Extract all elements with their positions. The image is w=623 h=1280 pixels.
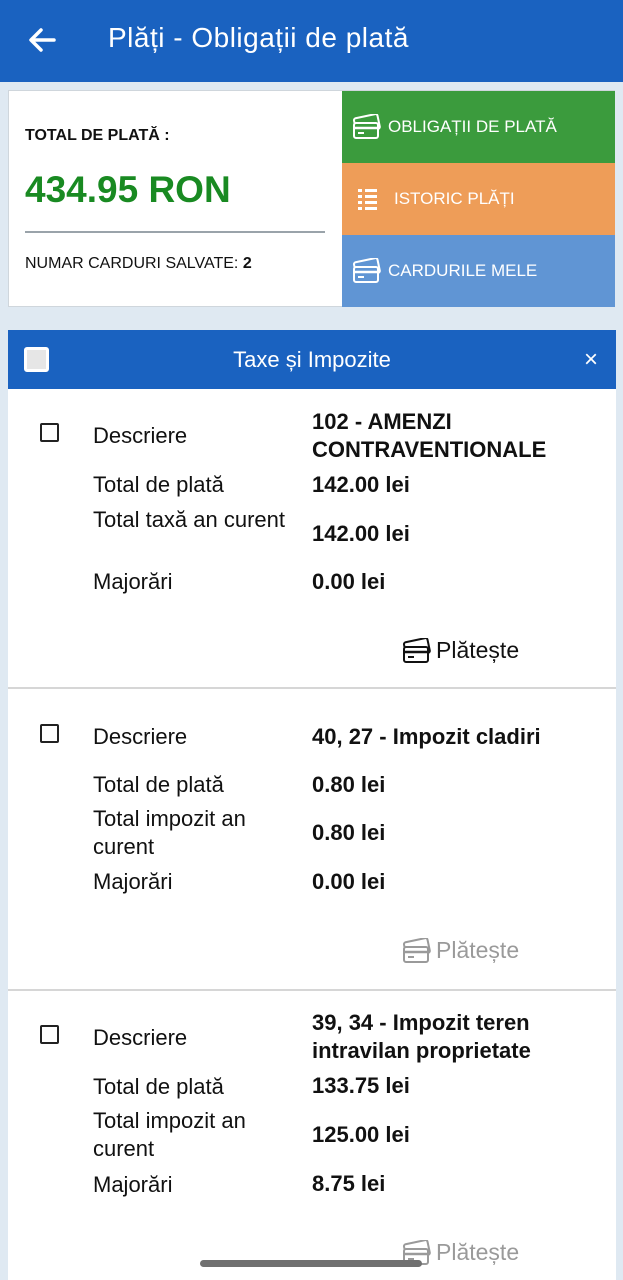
pay-button-label: Plătește (436, 637, 520, 663)
panel-title: Taxe și Impozite (233, 347, 391, 372)
arrow-left-icon[interactable] (24, 22, 60, 58)
my-cards-button-label: CARDURILE MELE (388, 261, 538, 280)
page-title: Plăți - Obligații de plată (108, 22, 409, 53)
payment-history-button[interactable]: ISTORIC PLĂȚI (342, 163, 615, 235)
saved-cards-count: 2 (242, 255, 252, 272)
credit-card-icon (352, 258, 381, 283)
current-year-value: 125.00 lei (312, 1122, 410, 1147)
surcharge-value: 8.75 lei (312, 1171, 386, 1196)
app-bar: Plăți - Obligații de plată (0, 0, 623, 82)
total-summary: TOTAL DE PLATĂ : 434.95 RON NUMAR CARDUR… (9, 91, 342, 306)
total-label: Total de plată (93, 1074, 224, 1099)
close-icon[interactable]: × (584, 346, 598, 374)
tax-item: Descriere 102 - AMENZI CONTRAVENTIONALE … (8, 389, 616, 689)
item-checkbox[interactable] (40, 1025, 59, 1044)
pay-button[interactable]: Plătește (402, 637, 519, 664)
pay-button-label: Plătește (436, 937, 520, 963)
total-label: Total de plată (93, 772, 224, 797)
item-checkbox[interactable] (40, 724, 59, 743)
surcharge-label: Majorări (93, 569, 173, 594)
pay-button-label: Plătește (436, 1239, 520, 1265)
description-label: Descriere (93, 423, 188, 448)
total-amount: 434.95 RON (25, 169, 231, 210)
saved-cards-label: NUMAR CARDURI SALVATE: (25, 255, 239, 272)
current-year-value: 142.00 lei (312, 521, 410, 546)
total-label: Total de plată (93, 472, 224, 497)
summary-card: TOTAL DE PLATĂ : 434.95 RON NUMAR CARDUR… (8, 90, 615, 307)
current-year-label: Total taxă an curent (93, 507, 286, 532)
credit-card-icon (402, 937, 431, 963)
credit-card-icon (352, 114, 381, 139)
surcharge-value: 0.00 lei (312, 869, 386, 894)
description-value: 39, 34 - Impozit teren intravilan propri… (312, 1010, 531, 1063)
divider (25, 231, 325, 233)
item-checkbox[interactable] (40, 423, 59, 442)
total-label: TOTAL DE PLATĂ : (25, 127, 170, 144)
payment-history-button-label: ISTORIC PLĂȚI (394, 189, 515, 208)
total-value: 142.00 lei (312, 472, 410, 497)
description-value: 40, 27 - Impozit cladiri (312, 724, 541, 749)
description-label: Descriere (93, 724, 188, 749)
current-year-label: Total impozit an curent (93, 1108, 246, 1161)
tax-item: Descriere 39, 34 - Impozit teren intravi… (8, 991, 616, 1280)
credit-card-icon (402, 637, 431, 663)
surcharge-label: Majorări (93, 1172, 173, 1197)
description-label: Descriere (93, 1025, 188, 1050)
my-cards-button[interactable]: CARDURILE MELE (342, 235, 615, 307)
obligations-button[interactable]: OBLIGAȚII DE PLATĂ (342, 91, 615, 163)
list-icon (358, 189, 377, 210)
taxes-panel: Taxe și Impozite × Descriere 102 - AMENZ… (8, 330, 616, 1280)
description-value: 102 - AMENZI CONTRAVENTIONALE (312, 409, 547, 462)
home-indicator[interactable] (200, 1260, 422, 1267)
obligations-button-label: OBLIGAȚII DE PLATĂ (388, 117, 557, 136)
surcharge-value: 0.00 lei (312, 569, 386, 594)
current-year-label: Total impozit an curent (93, 806, 246, 859)
total-value: 133.75 lei (312, 1073, 410, 1098)
total-value: 0.80 lei (312, 772, 386, 797)
panel-header: Taxe și Impozite × (8, 330, 616, 389)
current-year-value: 0.80 lei (312, 820, 386, 845)
pay-button[interactable]: Plătește (402, 937, 519, 964)
surcharge-label: Majorări (93, 869, 173, 894)
tax-item: Descriere 40, 27 - Impozit cladiri Total… (8, 691, 616, 991)
saved-cards-info: NUMAR CARDURI SALVATE: 2 (25, 255, 252, 273)
